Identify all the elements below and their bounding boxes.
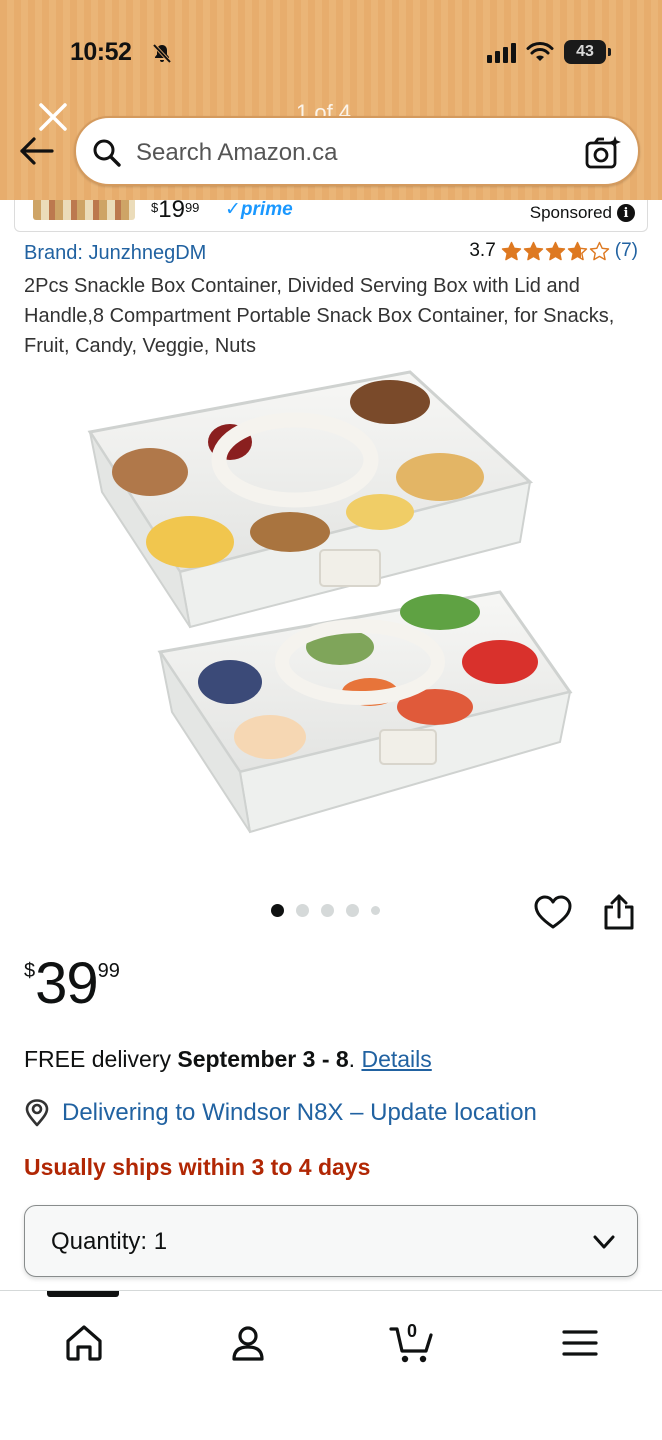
- location-text[interactable]: Delivering to Windsor N8X – Update locat…: [62, 1099, 537, 1127]
- prime-badge: ✓prime: [225, 200, 293, 220]
- heart-icon[interactable]: [534, 894, 572, 932]
- carousel-dot[interactable]: [271, 904, 284, 917]
- brand-link[interactable]: Brand: JunzhnegDM: [24, 242, 206, 265]
- delivery-location[interactable]: Delivering to Windsor N8X – Update locat…: [24, 1099, 537, 1127]
- star-icon: [545, 241, 565, 260]
- info-icon[interactable]: i: [617, 204, 635, 222]
- price-whole: 39: [35, 951, 99, 1016]
- carousel-dot[interactable]: [346, 904, 359, 917]
- carousel-dot[interactable]: [371, 906, 380, 915]
- cellular-signal-icon: [487, 41, 516, 63]
- sponsored-label[interactable]: Sponsored i: [530, 203, 635, 223]
- sponsored-price: $1999: [151, 200, 200, 223]
- active-tab-indicator: [47, 1291, 119, 1297]
- shipping-note: Usually ships within 3 to 4 days: [24, 1154, 371, 1180]
- delivery-info: FREE delivery September 3 - 8. Details: [24, 1046, 432, 1072]
- top-snack-box: [87, 370, 534, 629]
- sponsored-product-strip[interactable]: $1999 ✓prime Sponsored i: [14, 200, 648, 232]
- search-input[interactable]: [136, 137, 576, 169]
- account-icon[interactable]: [224, 1319, 272, 1367]
- carousel-dot[interactable]: [296, 904, 309, 917]
- close-icon[interactable]: [36, 100, 70, 134]
- star-icon: [523, 241, 543, 260]
- delivery-details-link[interactable]: Details: [361, 1046, 431, 1072]
- battery-indicator: 43: [564, 40, 611, 64]
- product-image[interactable]: [80, 362, 580, 852]
- quantity-label: Quantity: 1: [51, 1228, 168, 1255]
- product-title: 2Pcs Snackle Box Container, Divided Serv…: [24, 275, 615, 357]
- star-icon: [589, 241, 609, 260]
- rating-summary[interactable]: 3.7 (7): [469, 240, 638, 262]
- location-pin-icon: [25, 1099, 49, 1127]
- delivery-dates: September 3 - 8: [177, 1046, 349, 1072]
- share-icon[interactable]: [602, 893, 636, 931]
- home-icon[interactable]: [60, 1319, 108, 1367]
- rating-value: 3.7: [469, 240, 496, 261]
- star-icon: [567, 241, 587, 260]
- chevron-down-icon: [593, 1235, 615, 1249]
- cart-count: 0: [407, 1321, 418, 1341]
- status-time: 10:52: [70, 38, 132, 66]
- app-header: 10:52 43 1 of 4: [0, 0, 662, 200]
- status-indicators: 43: [487, 40, 611, 64]
- cart-button[interactable]: 0: [388, 1319, 436, 1367]
- silent-bell-icon: [152, 43, 172, 64]
- price-fraction: 99: [97, 960, 120, 982]
- back-arrow-icon[interactable]: [18, 134, 56, 168]
- search-bar[interactable]: [74, 116, 640, 186]
- sponsored-product-thumbnail: [33, 200, 135, 220]
- product-price: $ 39 99: [24, 952, 120, 1016]
- menu-icon[interactable]: [556, 1319, 604, 1367]
- image-carousel-dots[interactable]: [271, 904, 380, 917]
- star-rating: [501, 241, 610, 262]
- bottom-snack-box: [157, 590, 573, 834]
- rating-count[interactable]: (7): [615, 240, 638, 262]
- wifi-icon: [526, 42, 554, 61]
- camera-search-icon[interactable]: [584, 134, 622, 172]
- carousel-dot[interactable]: [321, 904, 334, 917]
- bottom-navigation: 0: [0, 1290, 662, 1440]
- star-icon: [501, 241, 521, 260]
- quantity-value: 1: [153, 1228, 168, 1255]
- price-currency: $: [24, 960, 36, 982]
- search-icon: [93, 139, 121, 167]
- quantity-select[interactable]: Quantity: 1: [24, 1205, 638, 1277]
